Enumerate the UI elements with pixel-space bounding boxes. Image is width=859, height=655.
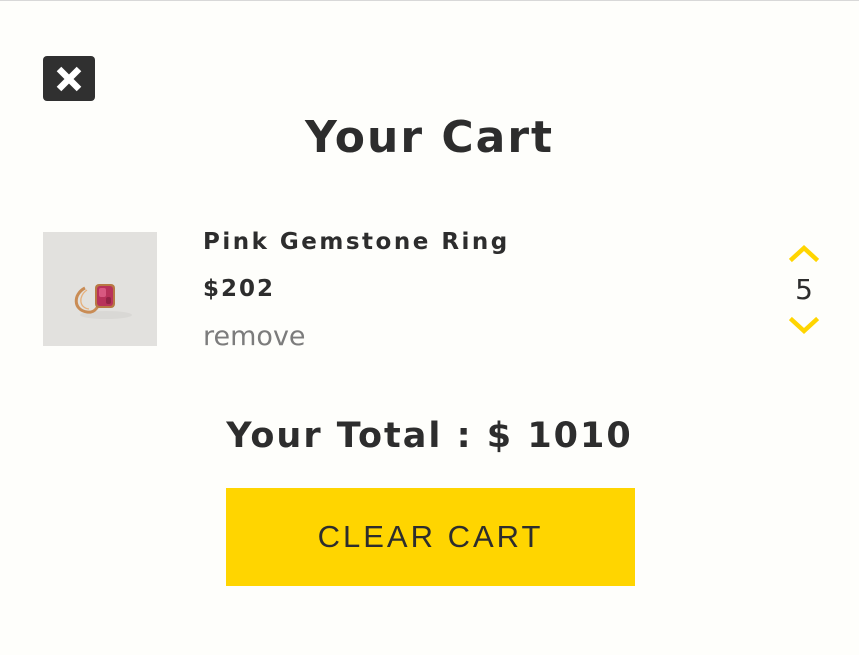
close-x-icon xyxy=(55,65,83,93)
cart-title: Your Cart xyxy=(304,112,555,163)
clear-cart-button[interactable]: CLEAR CART xyxy=(226,488,635,586)
item-name: Pink Gemstone Ring xyxy=(203,229,510,255)
item-price: $202 xyxy=(203,276,276,302)
item-image xyxy=(43,232,157,346)
increase-quantity-button[interactable] xyxy=(788,243,820,265)
cart-total: Your Total : $ 1010 xyxy=(0,414,859,458)
top-divider xyxy=(0,0,859,1)
decrease-quantity-button[interactable] xyxy=(788,314,820,336)
total-label: Your Total : $ xyxy=(226,416,528,456)
total-amount: 1010 xyxy=(527,416,633,456)
close-cart-button[interactable] xyxy=(43,56,95,101)
remove-item-link[interactable]: remove xyxy=(203,320,306,354)
chevron-up-icon xyxy=(788,244,820,269)
chevron-down-icon xyxy=(788,316,820,340)
item-quantity: 5 xyxy=(795,273,813,306)
